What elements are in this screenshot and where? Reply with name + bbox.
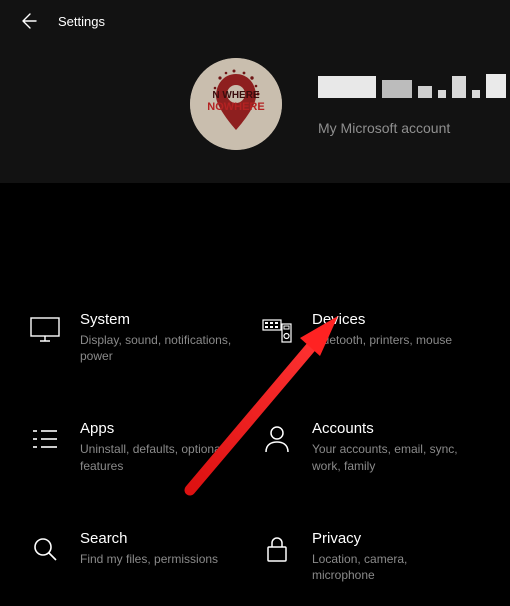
tile-desc: Bluetooth, printers, mouse xyxy=(312,332,452,348)
tile-desc: Display, sound, notifications, power xyxy=(80,332,240,364)
svg-text:N WHERE: N WHERE xyxy=(212,90,260,101)
tile-apps[interactable]: Apps Uninstall, defaults, optional featu… xyxy=(28,420,250,473)
username-redacted xyxy=(318,72,506,98)
search-icon xyxy=(28,532,62,566)
arrow-left-icon xyxy=(18,11,38,31)
tile-title: Devices xyxy=(312,311,452,328)
titlebar: Settings xyxy=(0,0,510,42)
tile-title: Privacy xyxy=(312,530,472,547)
settings-grid: System Display, sound, notifications, po… xyxy=(28,311,482,583)
tile-title: System xyxy=(80,311,240,328)
accounts-icon xyxy=(260,422,294,456)
settings-header: Settings N WHERE NOWHERE xyxy=(0,0,510,183)
back-button[interactable] xyxy=(16,9,40,33)
devices-icon xyxy=(260,313,294,347)
tile-title: Search xyxy=(80,530,218,547)
tile-desc: Find my files, permissions xyxy=(80,551,218,567)
svg-text:NOWHERE: NOWHERE xyxy=(207,101,264,113)
tile-desc: Your accounts, email, sync, work, family xyxy=(312,441,472,473)
tile-search[interactable]: Search Find my files, permissions xyxy=(28,530,250,583)
tile-title: Apps xyxy=(80,420,240,437)
tile-system[interactable]: System Display, sound, notifications, po… xyxy=(28,311,250,364)
account-subtext[interactable]: My Microsoft account xyxy=(318,120,506,136)
tile-privacy[interactable]: Privacy Location, camera, microphone xyxy=(260,530,482,583)
tile-devices[interactable]: Devices Bluetooth, printers, mouse xyxy=(260,311,482,364)
apps-icon xyxy=(28,422,62,456)
system-icon xyxy=(28,313,62,347)
avatar: N WHERE NOWHERE xyxy=(190,58,282,150)
privacy-icon xyxy=(260,532,294,566)
tile-desc: Location, camera, microphone xyxy=(312,551,472,583)
tile-accounts[interactable]: Accounts Your accounts, email, sync, wor… xyxy=(260,420,482,473)
page-title: Settings xyxy=(58,14,105,29)
tile-title: Accounts xyxy=(312,420,472,437)
tile-desc: Uninstall, defaults, optional features xyxy=(80,441,240,473)
account-row[interactable]: N WHERE NOWHERE My Microsoft account xyxy=(0,58,510,150)
